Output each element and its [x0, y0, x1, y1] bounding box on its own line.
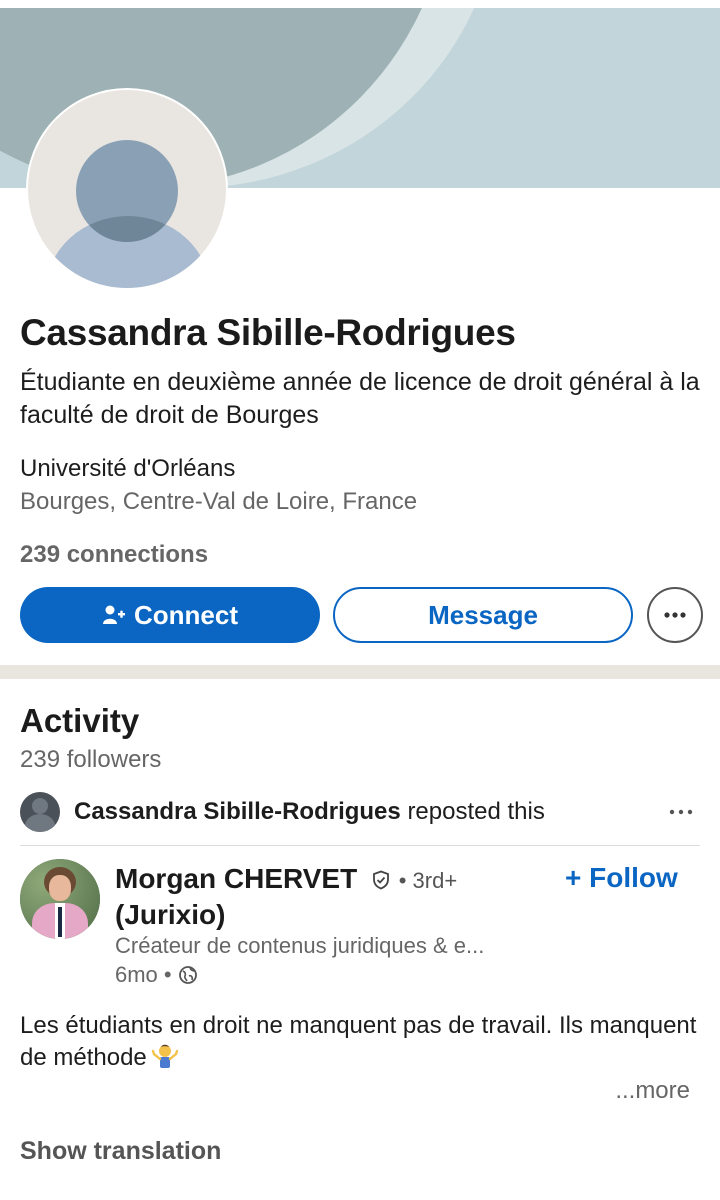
show-translation-button[interactable]: Show translation	[20, 1137, 221, 1166]
message-button[interactable]: Message	[333, 587, 633, 643]
connect-button[interactable]: Connect	[20, 587, 320, 643]
shrug-emoji-icon	[151, 1044, 178, 1068]
post-body: Les étudiants en droit ne manquent pas d…	[20, 1010, 710, 1074]
verified-shield-icon	[373, 870, 389, 890]
profile-name: Cassandra Sibille-Rodrigues	[20, 312, 516, 353]
author-avatar[interactable]	[20, 859, 100, 939]
avatar-overlap	[76, 140, 178, 242]
post-menu-icon[interactable]	[668, 808, 694, 816]
section-divider	[0, 665, 720, 679]
post-author[interactable]: Morgan CHERVET • 3rd+ (Jurixio)	[115, 862, 535, 932]
repost-separator	[20, 845, 700, 846]
author-description: Créateur de contenus juridiques & e...	[115, 933, 485, 958]
profile-headline: Étudiante en deuxième année de licence d…	[20, 368, 700, 429]
connections-count[interactable]: 239 connections	[20, 541, 208, 569]
post-text: Les étudiants en droit ne manquent pas d…	[20, 1012, 697, 1071]
repost-action: reposted this	[407, 798, 545, 825]
post-time: 6mo •	[115, 962, 172, 987]
person-add-icon	[103, 605, 125, 624]
post-meta: 6mo •	[115, 962, 198, 988]
followers-count: 239 followers	[20, 746, 162, 773]
author-name[interactable]: Morgan CHERVET	[115, 863, 357, 894]
author-avatar-tie	[58, 907, 62, 937]
top-strip	[0, 0, 720, 8]
connect-label: Connect	[134, 599, 238, 630]
author-avatar-face	[49, 875, 71, 901]
profile-avatar[interactable]	[26, 88, 228, 290]
message-label: Message	[428, 599, 538, 630]
follow-button[interactable]: + Follow	[565, 862, 678, 894]
repost-text: Cassandra Sibille-Rodrigues reposted thi…	[74, 798, 545, 826]
globe-icon	[178, 966, 197, 984]
activity-heading: Activity	[20, 702, 140, 739]
repost-header[interactable]: Cassandra Sibille-Rodrigues reposted thi…	[20, 792, 700, 832]
profile-school[interactable]: Université d'Orléans	[20, 455, 235, 483]
see-more-link[interactable]: ...more	[615, 1077, 690, 1105]
connection-degree: • 3rd+	[398, 868, 458, 893]
profile-location: Bourges, Centre-Val de Loire, France	[20, 488, 418, 515]
author-suffix[interactable]: (Jurixio)	[115, 899, 225, 930]
more-options-button[interactable]	[647, 587, 703, 643]
ellipsis-icon	[664, 612, 686, 618]
repost-avatar[interactable]	[20, 792, 60, 832]
repost-name[interactable]: Cassandra Sibille-Rodrigues	[74, 798, 401, 825]
